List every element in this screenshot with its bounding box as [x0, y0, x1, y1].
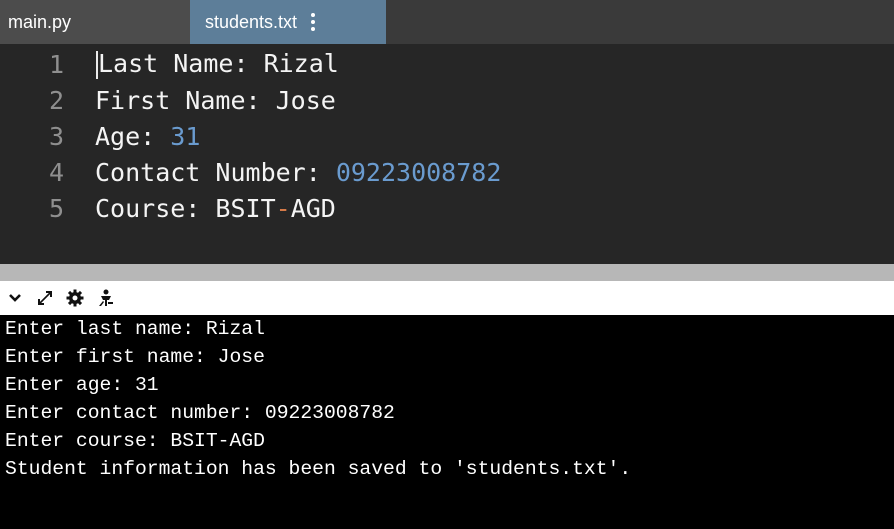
console-line: Enter age: 31 [5, 374, 159, 396]
chevron-down-icon[interactable] [0, 281, 30, 315]
line-text: Course: BSIT-AGD [95, 193, 336, 223]
tab-label: main.py [8, 11, 72, 32]
tab-label: students.txt [205, 11, 298, 32]
console-line: Enter first name: Jose [5, 346, 265, 368]
editor-line: 5 Course: BSIT-AGD [0, 190, 894, 226]
line-number: 1 [48, 49, 64, 79]
console-toolbar [0, 281, 894, 315]
console-line: Enter contact number: 09223008782 [5, 402, 395, 424]
tab-students-txt[interactable]: students.txt [190, 0, 386, 44]
expand-icon[interactable] [30, 281, 60, 315]
line-number: 2 [48, 85, 64, 115]
line-number: 4 [48, 157, 64, 187]
editor-line: 2 First Name: Jose [0, 82, 894, 118]
code-editor[interactable]: 1 Last Name: Rizal 2 First Name: Jose 3 … [0, 44, 894, 264]
editor-line: 1 Last Name: Rizal [0, 46, 894, 82]
clear-console-icon[interactable] [90, 281, 120, 315]
editor-line: 3 Age: 31 [0, 118, 894, 154]
editor-line: 4 Contact Number: 09223008782 [0, 154, 894, 190]
line-text: Last Name: Rizal [96, 49, 339, 79]
line-number: 3 [48, 121, 64, 151]
tab-bar: main.py students.txt [0, 0, 894, 44]
console-line: Enter last name: Rizal [5, 318, 265, 340]
line-number: 5 [48, 193, 64, 223]
line-text: Contact Number: 09223008782 [95, 157, 502, 187]
console-output[interactable]: Enter last name: Rizal Enter first name:… [0, 315, 894, 529]
gear-icon[interactable] [60, 281, 90, 315]
console-line: Enter course: BSIT-AGD [5, 430, 265, 452]
pane-divider[interactable] [0, 264, 894, 281]
tab-main-py[interactable]: main.py [0, 0, 190, 44]
console-line: Student information has been saved to 's… [5, 458, 632, 480]
more-options-icon[interactable] [311, 13, 316, 31]
line-text: First Name: Jose [95, 85, 336, 115]
line-text: Age: 31 [95, 121, 201, 151]
